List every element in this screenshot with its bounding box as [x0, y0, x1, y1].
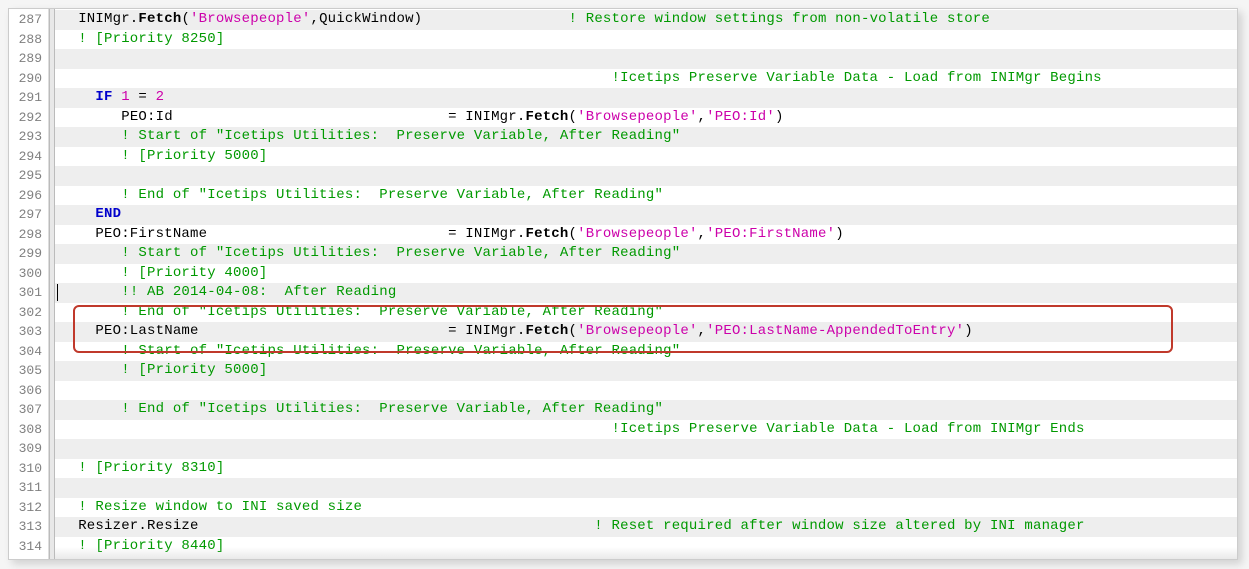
- code-line[interactable]: ! [Priority 8310]: [55, 459, 1237, 479]
- code-area[interactable]: INIMgr.Fetch('Browsepeople',QuickWindow)…: [55, 9, 1237, 559]
- line-number: 299: [9, 244, 48, 264]
- code-line[interactable]: ! Start of "Icetips Utilities: Preserve …: [55, 244, 1237, 264]
- line-number: 314: [9, 537, 48, 557]
- line-number: 301: [9, 283, 48, 303]
- code-line[interactable]: ! End of "Icetips Utilities: Preserve Va…: [55, 186, 1237, 206]
- line-number: 302: [9, 303, 48, 323]
- code-line[interactable]: ! Resize window to INI saved size: [55, 498, 1237, 518]
- code-line[interactable]: ! Start of "Icetips Utilities: Preserve …: [55, 342, 1237, 362]
- code-line[interactable]: !Icetips Preserve Variable Data - Load f…: [55, 420, 1237, 440]
- line-number: 304: [9, 342, 48, 362]
- code-line[interactable]: END: [55, 205, 1237, 225]
- code-line[interactable]: ! [Priority 5000]: [55, 147, 1237, 167]
- line-number: 308: [9, 420, 48, 440]
- line-number: 288: [9, 30, 48, 50]
- line-number: 306: [9, 381, 48, 401]
- line-number: 293: [9, 127, 48, 147]
- line-number: 290: [9, 69, 48, 89]
- line-number: 303: [9, 322, 48, 342]
- line-number: 310: [9, 459, 48, 479]
- code-line[interactable]: !Icetips Preserve Variable Data - Load f…: [55, 69, 1237, 89]
- line-number: 296: [9, 186, 48, 206]
- line-number: 287: [9, 10, 48, 30]
- code-line[interactable]: [55, 49, 1237, 69]
- code-line[interactable]: INIMgr.Fetch('Browsepeople',QuickWindow)…: [55, 10, 1237, 30]
- line-number: 295: [9, 166, 48, 186]
- code-line[interactable]: [55, 439, 1237, 459]
- line-number: 307: [9, 400, 48, 420]
- line-number: 311: [9, 478, 48, 498]
- line-number: 291: [9, 88, 48, 108]
- line-number: 305: [9, 361, 48, 381]
- line-number: 309: [9, 439, 48, 459]
- code-line[interactable]: !! AB 2014-04-08: After Reading: [55, 283, 1237, 303]
- code-line[interactable]: [55, 478, 1237, 498]
- code-line[interactable]: ! [Priority 8440]: [55, 537, 1237, 557]
- code-editor: 2872882892902912922932942952962972982993…: [8, 8, 1238, 560]
- code-line[interactable]: PEO:LastName = INIMgr.Fetch('Browsepeopl…: [55, 322, 1237, 342]
- line-number: 289: [9, 49, 48, 69]
- line-number: 294: [9, 147, 48, 167]
- line-number: 312: [9, 498, 48, 518]
- line-number-gutter: 2872882892902912922932942952962972982993…: [9, 9, 49, 559]
- code-line[interactable]: [55, 381, 1237, 401]
- code-line[interactable]: IF 1 = 2: [55, 88, 1237, 108]
- code-line[interactable]: Resizer.Resize ! Reset required after wi…: [55, 517, 1237, 537]
- code-line[interactable]: ! [Priority 4000]: [55, 264, 1237, 284]
- code-line[interactable]: [55, 166, 1237, 186]
- line-number: 297: [9, 205, 48, 225]
- code-line[interactable]: ! [Priority 8250]: [55, 30, 1237, 50]
- code-line[interactable]: PEO:FirstName = INIMgr.Fetch('Browsepeop…: [55, 225, 1237, 245]
- code-line[interactable]: ! Start of "Icetips Utilities: Preserve …: [55, 127, 1237, 147]
- line-number: 300: [9, 264, 48, 284]
- line-number: 292: [9, 108, 48, 128]
- code-line[interactable]: ! [Priority 5000]: [55, 361, 1237, 381]
- code-line[interactable]: ! End of "Icetips Utilities: Preserve Va…: [55, 303, 1237, 323]
- code-line[interactable]: ! End of "Icetips Utilities: Preserve Va…: [55, 400, 1237, 420]
- line-number: 298: [9, 225, 48, 245]
- line-number: 313: [9, 517, 48, 537]
- code-line[interactable]: PEO:Id = INIMgr.Fetch('Browsepeople','PE…: [55, 108, 1237, 128]
- text-cursor: [57, 284, 58, 301]
